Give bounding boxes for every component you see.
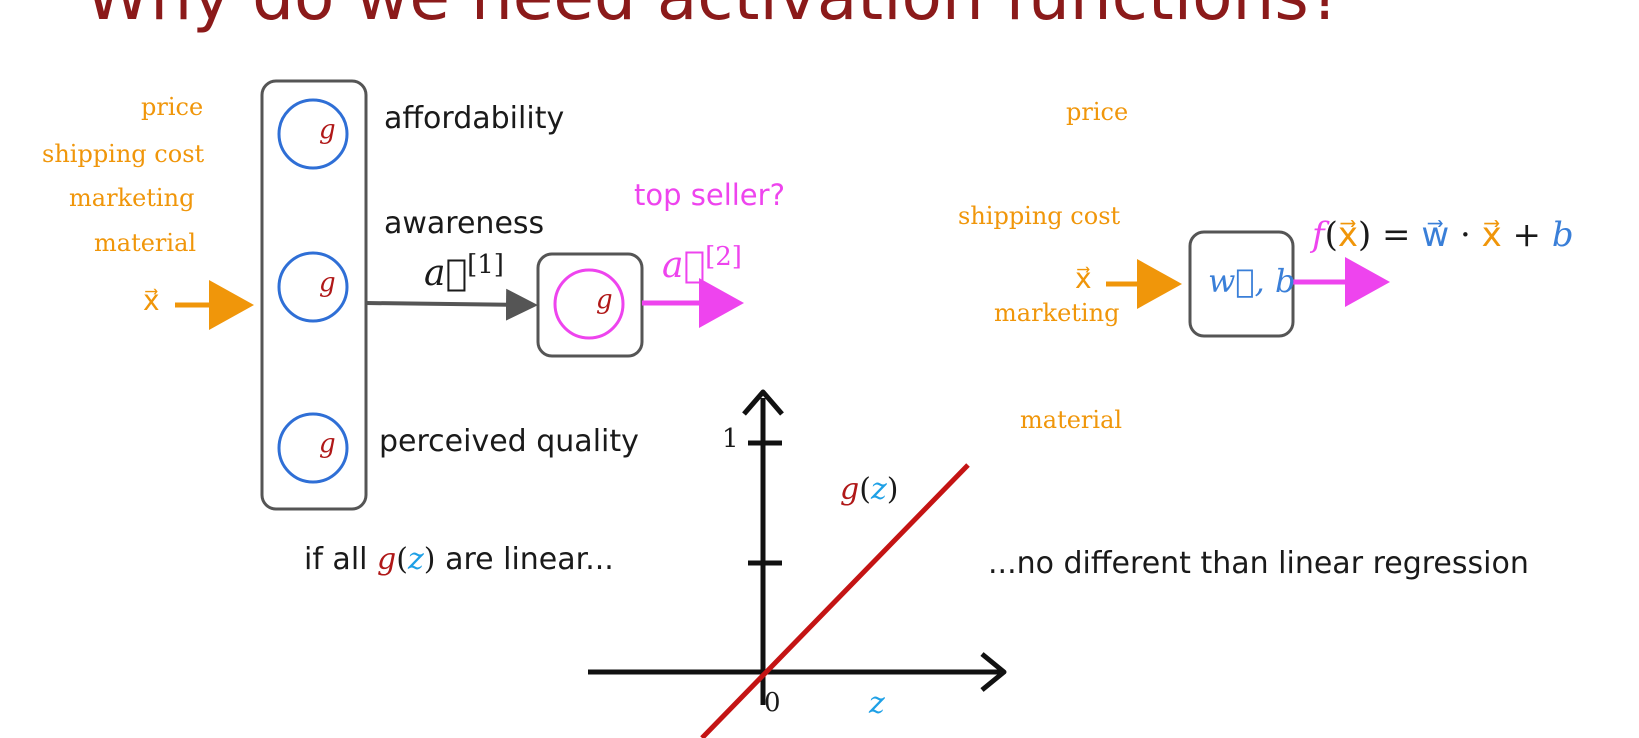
input-label-price: price [141, 93, 204, 121]
a1-superscript: [1] [467, 250, 504, 280]
plot-curve-z: z [870, 472, 887, 507]
unit-label-awareness: awareness [384, 206, 545, 241]
caption-left-z: z [407, 542, 424, 577]
caption-left-pre: if all [304, 542, 368, 577]
output-label-top-seller: top seller? [634, 178, 785, 212]
eq-plus: + [1512, 215, 1542, 255]
caption-no-different: ...no different than linear regression [988, 546, 1529, 581]
a2-symbol: a⃗ [662, 245, 706, 286]
a1-arrow [365, 288, 538, 321]
lr-box-label-w-b: w⃗, b [1208, 262, 1296, 300]
plot-x-axis-label: z [869, 686, 885, 721]
a1-symbol: a⃗ [424, 253, 468, 294]
lr-input-label-marketing: marketing [994, 299, 1120, 327]
input-label-shipping-cost: shipping cost [42, 140, 205, 168]
caption-if-all-linear: if all g(z) are linear... [304, 542, 614, 577]
plot-y-tick-1-label: 1 [722, 424, 739, 454]
eq-x: x⃗ [1337, 215, 1358, 255]
lr-x-vector-label: x⃗ [1075, 262, 1092, 295]
diagram-canvas [175, 79, 1390, 738]
caption-left-post: are linear... [445, 542, 614, 577]
lr-input-label-price: price [1066, 98, 1129, 126]
neuron-awareness [277, 251, 349, 323]
activation-g-output: g [596, 285, 613, 315]
activation-g-perceived-quality: g [319, 429, 336, 459]
eq-b: b [1551, 215, 1574, 255]
hidden-layer-box [260, 79, 368, 511]
unit-label-affordability: affordability [384, 101, 565, 136]
eq-rparen-eq: ) = [1357, 215, 1411, 255]
caption-left-g: g [377, 542, 397, 577]
a1-label: a⃗[1] [424, 250, 504, 294]
eq-x2: x⃗ [1481, 215, 1502, 255]
eq-lparen: ( [1324, 215, 1338, 255]
neuron-perceived-quality [277, 412, 349, 484]
eq-f: f [1312, 215, 1325, 255]
activation-g-awareness: g [319, 268, 336, 298]
neuron-output [553, 268, 625, 340]
unit-label-perceived-quality: perceived quality [379, 424, 639, 459]
plot-curve-label: g(z) [840, 472, 899, 507]
eq-dot: · [1459, 215, 1471, 255]
lr-equation: f(x⃗) = w⃗ · x⃗ + b [1312, 215, 1574, 255]
lr-input-label-material: material [1020, 406, 1123, 434]
x-vector-label: x⃗ [143, 284, 160, 317]
plot-curve-g: g [840, 472, 860, 507]
a2-label: a⃗[2] [662, 242, 742, 286]
input-label-marketing: marketing [69, 184, 195, 212]
plot-g-line [700, 463, 970, 738]
neuron-affordability [277, 98, 349, 170]
input-label-material: material [94, 229, 197, 257]
activation-g-affordability: g [319, 115, 336, 145]
eq-w: w⃗ [1421, 215, 1450, 255]
plot-x-tick-0-label: 0 [764, 688, 781, 718]
lr-input-label-shipping-cost: shipping cost [958, 202, 1121, 230]
a2-superscript: [2] [705, 242, 742, 272]
